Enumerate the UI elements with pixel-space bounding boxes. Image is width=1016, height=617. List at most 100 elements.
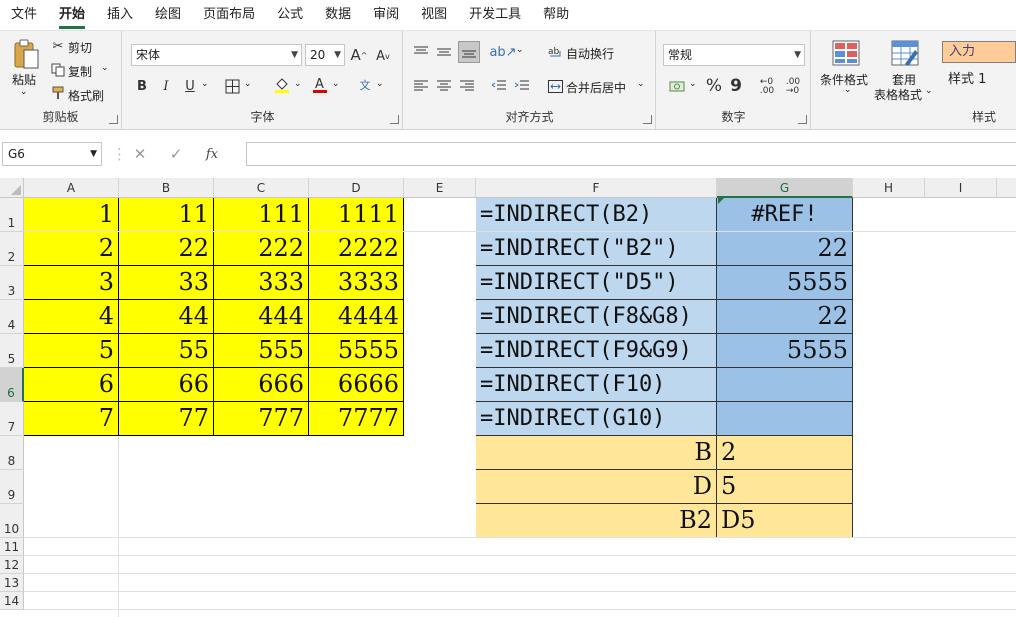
cell-g3[interactable]: 5555 — [717, 266, 853, 300]
col-header-h[interactable]: H — [853, 178, 925, 198]
cell-c6[interactable]: 666 — [214, 368, 309, 402]
cell-g7[interactable] — [717, 402, 853, 436]
alignment-launcher-icon[interactable] — [643, 115, 652, 124]
conditional-format-icon[interactable] — [832, 39, 860, 67]
row-header-4[interactable]: 4 — [0, 300, 24, 334]
cell-f4[interactable]: =INDIRECT(F8&G8) — [476, 300, 717, 334]
row-header-13[interactable]: 13 — [0, 574, 24, 592]
cell-f9[interactable]: D — [476, 470, 717, 504]
tab-page-layout[interactable]: 页面布局 — [192, 0, 266, 30]
cell-b3[interactable]: 33 — [119, 266, 214, 300]
number-launcher-icon[interactable] — [798, 115, 807, 124]
cell-g2[interactable]: 22 — [717, 232, 853, 266]
tab-review[interactable]: 审阅 — [362, 0, 410, 30]
format-painter-button[interactable]: 格式刷 — [68, 87, 104, 104]
cell-b4[interactable]: 44 — [119, 300, 214, 334]
row-header-6[interactable]: 6 — [0, 368, 24, 402]
cell-c4[interactable]: 444 — [214, 300, 309, 334]
underline-dropdown-icon[interactable]: ⌄ — [201, 79, 209, 89]
cell-a7[interactable]: 7 — [24, 402, 119, 436]
formula-input[interactable] — [246, 142, 1016, 166]
decrease-indent-icon[interactable] — [490, 77, 508, 95]
cell-d5[interactable]: 5555 — [309, 334, 404, 368]
cell-f7[interactable]: =INDIRECT(G10) — [476, 402, 717, 436]
cell-a1[interactable]: 1 — [24, 198, 119, 232]
number-format-dropdown-icon[interactable]: ▼ — [794, 45, 801, 65]
align-right-icon[interactable] — [458, 77, 476, 95]
name-box-dropdown-icon[interactable]: ▼ — [90, 143, 97, 165]
merge-center-button[interactable]: 合并后居中 — [566, 79, 626, 96]
font-name-combo[interactable]: 宋体 ▼ — [131, 44, 302, 66]
underline-icon[interactable]: U — [181, 77, 199, 95]
fill-color-icon[interactable] — [273, 75, 291, 95]
cut-button[interactable]: 剪切 — [68, 39, 92, 56]
col-header-e[interactable]: E — [404, 178, 476, 198]
row-header-1[interactable]: 1 — [0, 198, 24, 232]
increase-decimal-icon[interactable]: ←0.00 — [757, 76, 777, 98]
tab-data[interactable]: 数据 — [314, 0, 362, 30]
conditional-format-dropdown-icon[interactable]: ⌄ — [844, 85, 852, 95]
cell-d6[interactable]: 6666 — [309, 368, 404, 402]
row-header-5[interactable]: 5 — [0, 334, 24, 368]
col-header-f[interactable]: F — [476, 178, 717, 198]
align-top-icon[interactable] — [412, 43, 430, 61]
cell-f1[interactable]: =INDIRECT(B2) — [476, 198, 717, 232]
currency-dropdown-icon[interactable]: ⌄ — [689, 79, 697, 89]
cell-b6[interactable]: 66 — [119, 368, 214, 402]
bold-icon[interactable]: B — [133, 77, 151, 95]
cell-g4[interactable]: 22 — [717, 300, 853, 334]
row-header-3[interactable]: 3 — [0, 266, 24, 300]
merge-center-icon[interactable] — [546, 77, 564, 95]
tab-view[interactable]: 视图 — [410, 0, 458, 30]
cell-a6[interactable]: 6 — [24, 368, 119, 402]
select-all-corner[interactable] — [0, 178, 24, 198]
cell-g8[interactable]: 2 — [717, 436, 853, 470]
tab-formulas[interactable]: 公式 — [266, 0, 314, 30]
wrap-text-button[interactable]: 自动换行 — [566, 45, 614, 62]
copy-icon[interactable] — [50, 62, 66, 78]
phonetic-icon[interactable]: 文 — [355, 75, 375, 95]
copy-dropdown-icon[interactable]: ⌄ — [101, 63, 109, 73]
borders-dropdown-icon[interactable]: ⌄ — [244, 79, 252, 89]
align-left-icon[interactable] — [412, 77, 430, 95]
row-header-12[interactable]: 12 — [0, 556, 24, 574]
cell-c3[interactable]: 333 — [214, 266, 309, 300]
percent-icon[interactable]: % — [705, 76, 723, 96]
cell-g9[interactable]: 5 — [717, 470, 853, 504]
cell-b7[interactable]: 77 — [119, 402, 214, 436]
error-indicator-icon[interactable] — [718, 198, 724, 204]
cell-f10[interactable]: B2 — [476, 504, 717, 538]
font-name-dropdown-icon[interactable]: ▼ — [291, 45, 298, 65]
insert-function-icon[interactable]: fx — [194, 147, 230, 162]
cell-c7[interactable]: 777 — [214, 402, 309, 436]
decrease-decimal-icon[interactable]: .00 →0 — [783, 76, 803, 98]
cell-d1[interactable]: 1111 — [309, 198, 404, 232]
font-color-icon[interactable]: A — [311, 75, 329, 95]
cell-f2[interactable]: =INDIRECT("B2") — [476, 232, 717, 266]
cancel-icon[interactable]: ✕ — [122, 145, 158, 163]
format-painter-icon[interactable] — [50, 85, 66, 101]
cell-b2[interactable]: 22 — [119, 232, 214, 266]
table-format-label-2[interactable]: 表格格式 — [874, 86, 922, 103]
fill-color-dropdown-icon[interactable]: ⌄ — [294, 79, 302, 89]
paste-button[interactable]: 粘贴 — [12, 71, 36, 88]
cell-f8[interactable]: B — [476, 436, 717, 470]
cell-f5[interactable]: =INDIRECT(F9&G9) — [476, 334, 717, 368]
row-header-10[interactable]: 10 — [0, 504, 24, 538]
tab-draw[interactable]: 绘图 — [144, 0, 192, 30]
cell-b1[interactable]: 11 — [119, 198, 214, 232]
tab-file[interactable]: 文件 — [0, 0, 48, 30]
col-header-g[interactable]: G — [717, 178, 853, 198]
cell-style-input[interactable]: 入力 — [942, 41, 1016, 63]
cell-g5[interactable]: 5555 — [717, 334, 853, 368]
cell-d3[interactable]: 3333 — [309, 266, 404, 300]
cell-g1[interactable]: #REF! — [717, 198, 853, 232]
number-format-combo[interactable]: 常规 ▼ — [663, 44, 805, 66]
cell-g10[interactable]: D5 — [717, 504, 853, 538]
cell-d4[interactable]: 4444 — [309, 300, 404, 334]
name-box[interactable]: G6 ▼ — [2, 142, 102, 166]
cell-c5[interactable]: 555 — [214, 334, 309, 368]
col-header-a[interactable]: A — [24, 178, 119, 198]
cell-a2[interactable]: 2 — [24, 232, 119, 266]
tab-insert[interactable]: 插入 — [96, 0, 144, 30]
